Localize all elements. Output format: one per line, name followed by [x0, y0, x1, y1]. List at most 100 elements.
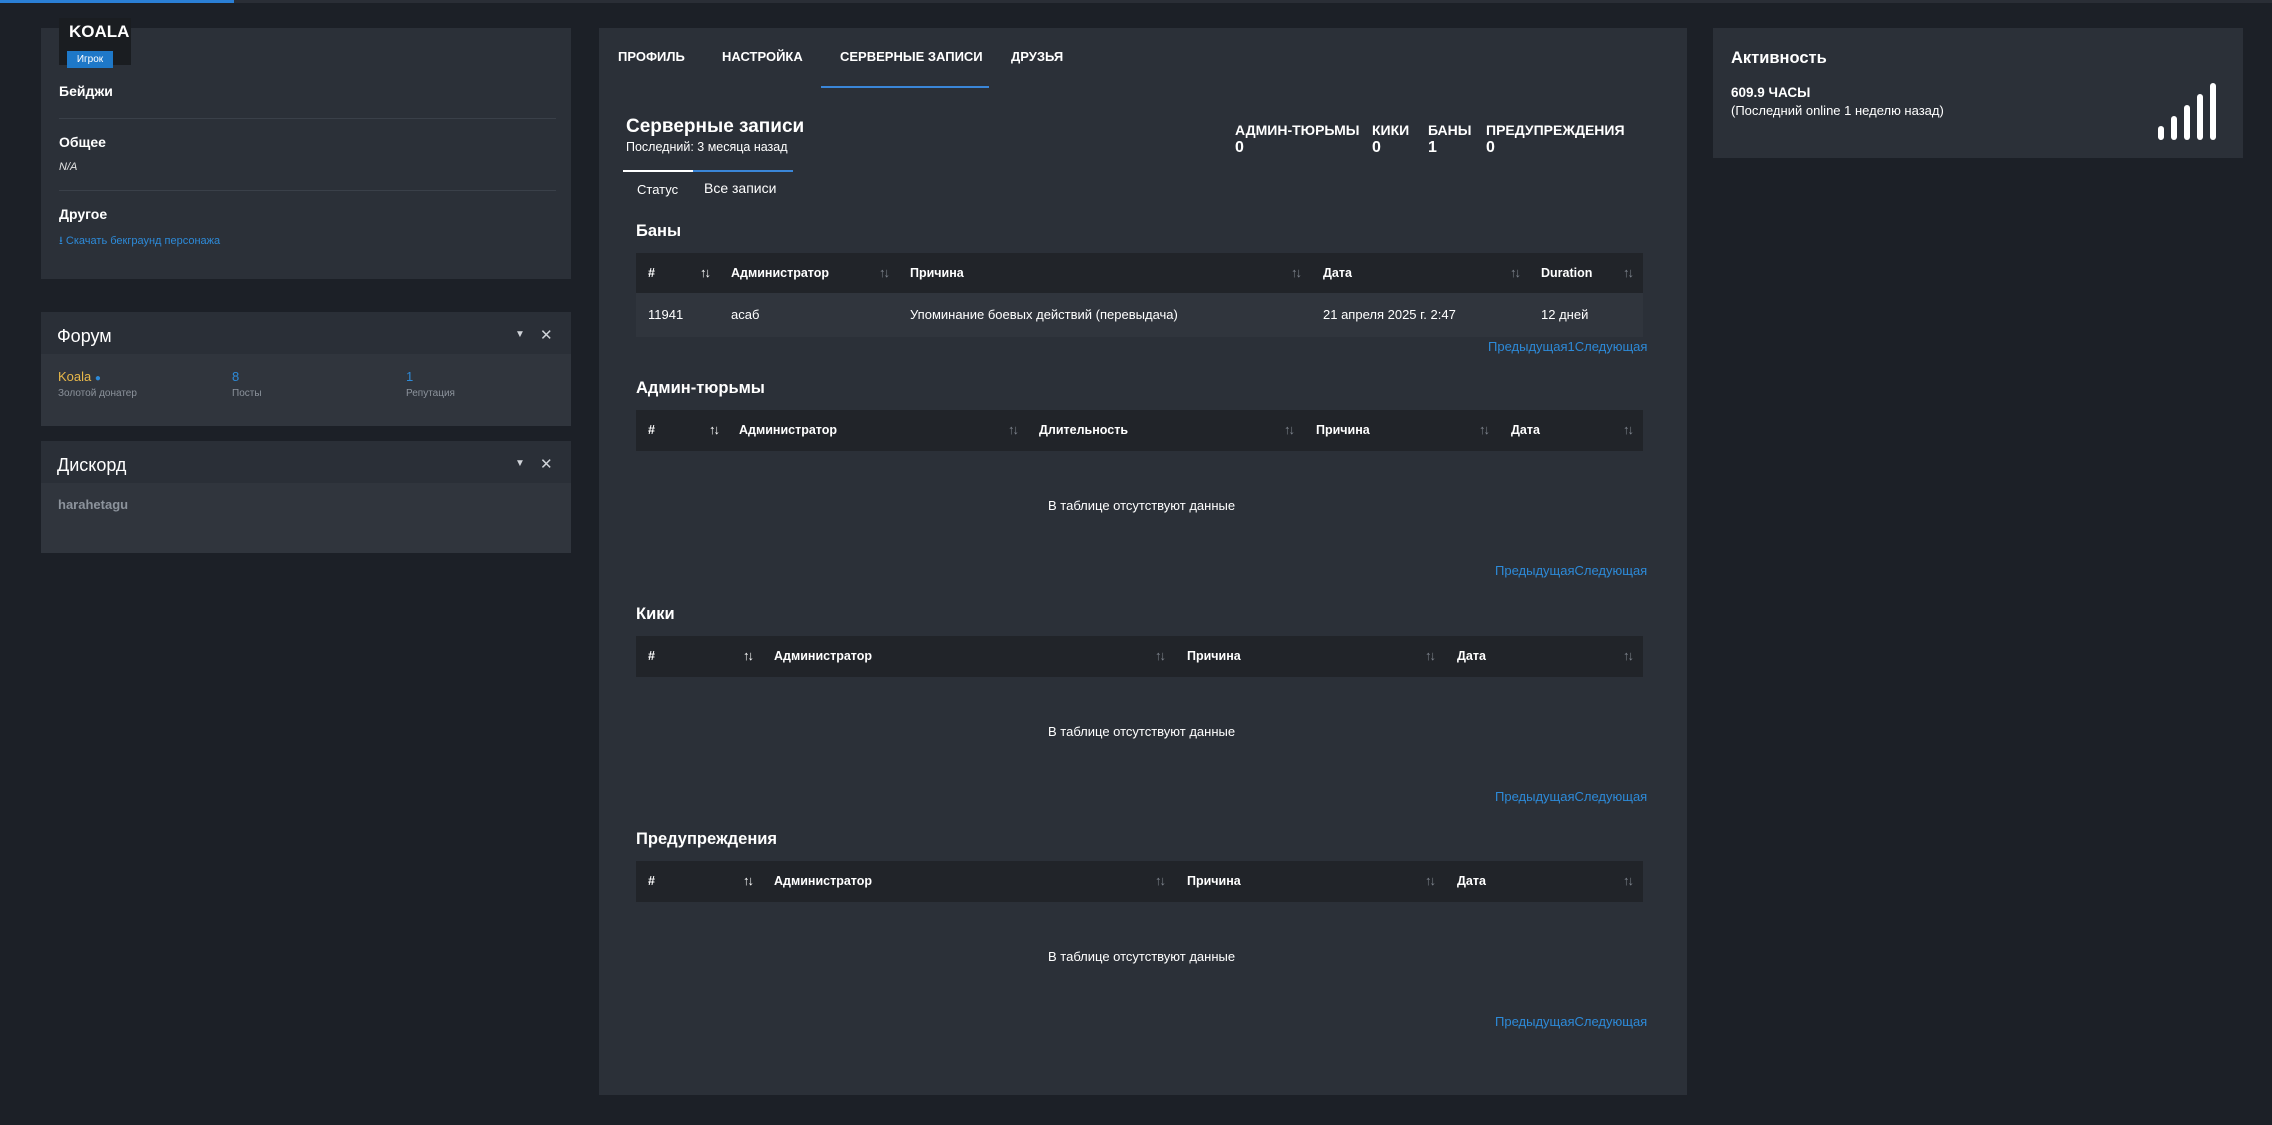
download-link-label: Скачать бекграунд персонажа — [65, 235, 221, 247]
col-header-date[interactable]: Дата — [1511, 423, 1540, 437]
page-1-button[interactable]: 1 — [1568, 339, 1575, 354]
jails-pagination: ПредыдущаяСледующая — [1495, 563, 1647, 578]
cell-date: 21 апреля 2025 г. 2:47 — [1323, 307, 1456, 322]
page-subtitle: Последний: 3 месяца назад — [626, 140, 788, 154]
divider — [59, 190, 556, 191]
stat-jails-value: 0 — [1235, 139, 1244, 156]
forum-title: Форум — [57, 326, 112, 346]
sort-icon[interactable]: ↑↓ — [879, 265, 890, 280]
close-icon[interactable]: ✕ — [540, 455, 553, 473]
stat-bans-value: 1 — [1428, 139, 1437, 156]
sort-icon[interactable]: ↑↓ — [1425, 873, 1436, 888]
sort-icon[interactable]: ↑↓ — [743, 648, 754, 663]
general-label: Общее — [59, 134, 106, 150]
subtab-status[interactable]: Статус — [637, 182, 678, 197]
discord-title: Дискорд — [57, 455, 127, 475]
warnings-pagination: ПредыдущаяСледующая — [1495, 1014, 1647, 1029]
sort-icon[interactable]: ↑↓ — [743, 873, 754, 888]
jails-section-title: Админ-тюрьмы — [636, 379, 765, 397]
kicks-pagination: ПредыдущаяСледующая — [1495, 789, 1647, 804]
cell-id: 11941 — [648, 307, 684, 322]
sort-icon[interactable]: ↑↓ — [700, 265, 711, 280]
sort-icon[interactable]: ↑↓ — [1155, 873, 1166, 888]
col-header-duration[interactable]: Duration — [1541, 266, 1592, 280]
kicks-section-title: Кики — [636, 605, 675, 623]
col-header-reason[interactable]: Причина — [1316, 423, 1370, 437]
sort-icon[interactable]: ↑↓ — [1284, 422, 1295, 437]
signal-bars-icon — [2158, 83, 2216, 140]
col-header-id[interactable]: # — [648, 266, 655, 280]
col-header-id[interactable]: # — [648, 649, 655, 663]
col-header-length[interactable]: Длительность — [1039, 423, 1128, 437]
page-title: Серверные записи — [626, 116, 805, 137]
forum-rep-label: Репутация — [406, 388, 455, 399]
bans-pagination: Предыдущая1Следующая — [1488, 339, 1647, 354]
sort-icon[interactable]: ↑↓ — [1623, 265, 1634, 280]
next-page-button[interactable]: Следующая — [1575, 789, 1648, 804]
next-page-button[interactable]: Следующая — [1575, 339, 1648, 354]
sort-icon[interactable]: ↑↓ — [1155, 648, 1166, 663]
col-header-id[interactable]: # — [648, 874, 655, 888]
player-name: KOALA — [69, 22, 130, 41]
subtab-all-records[interactable]: Все записи — [704, 180, 776, 196]
warnings-section-title: Предупреждения — [636, 830, 778, 848]
activity-hours: 609.9 ЧАСЫ — [1731, 85, 1811, 100]
col-header-id[interactable]: # — [648, 423, 655, 437]
prev-page-button[interactable]: Предыдущая — [1495, 563, 1575, 578]
tab-friends[interactable]: ДРУЗЬЯ — [1011, 49, 1063, 64]
bans-section-title: Баны — [636, 222, 682, 240]
stat-warnings-label: ПРЕДУПРЕЖДЕНИЯ — [1486, 122, 1625, 138]
sort-icon[interactable]: ↑↓ — [1479, 422, 1490, 437]
prev-page-button[interactable]: Предыдущая — [1495, 1014, 1575, 1029]
stat-warnings-value: 0 — [1486, 139, 1495, 156]
forum-widget-header — [41, 312, 571, 354]
empty-table-message: В таблице отсутствуют данные — [1048, 949, 1236, 964]
download-icon: ⭳ — [59, 235, 63, 247]
empty-table-message: В таблице отсутствуют данные — [1048, 724, 1236, 739]
col-header-date[interactable]: Дата — [1457, 874, 1486, 888]
verified-icon: ● — [94, 373, 101, 384]
forum-username-label: Koala — [58, 369, 92, 384]
collapse-caret-icon[interactable]: ▼ — [515, 329, 525, 340]
stat-jails-label: АДМИН-ТЮРЬМЫ — [1235, 122, 1360, 138]
next-page-button[interactable]: Следующая — [1575, 1014, 1648, 1029]
tab-profile[interactable]: ПРОФИЛЬ — [618, 49, 685, 64]
sort-icon[interactable]: ↑↓ — [1291, 265, 1302, 280]
collapse-caret-icon[interactable]: ▼ — [515, 458, 525, 469]
download-background-link[interactable]: ⭳ Скачать бекграунд персонажа — [59, 232, 220, 251]
col-header-admin[interactable]: Администратор — [739, 423, 837, 437]
col-header-admin[interactable]: Администратор — [774, 874, 872, 888]
sort-icon[interactable]: ↑↓ — [709, 422, 720, 437]
col-header-admin[interactable]: Администратор — [731, 266, 829, 280]
sort-icon[interactable]: ↑↓ — [1510, 265, 1521, 280]
col-header-reason[interactable]: Причина — [910, 266, 964, 280]
empty-table-message: В таблице отсутствуют данные — [1048, 498, 1236, 513]
col-header-reason[interactable]: Причина — [1187, 874, 1241, 888]
tab-settings[interactable]: НАСТРОЙКА — [722, 49, 803, 64]
cell-reason: Упоминание боевых действий (перевыдача) — [910, 307, 1178, 322]
loading-progress — [0, 0, 234, 3]
next-page-button[interactable]: Следующая — [1575, 563, 1648, 578]
col-header-date[interactable]: Дата — [1323, 266, 1352, 280]
sort-icon[interactable]: ↑↓ — [1623, 648, 1634, 663]
col-header-reason[interactable]: Причина — [1187, 649, 1241, 663]
col-header-admin[interactable]: Администратор — [774, 649, 872, 663]
role-badge: Игрок — [67, 51, 113, 68]
forum-rank: Золотой донатер — [58, 388, 137, 399]
stat-bans-label: БАНЫ — [1428, 122, 1472, 138]
prev-page-button[interactable]: Предыдущая — [1488, 339, 1568, 354]
close-icon[interactable]: ✕ — [540, 326, 553, 344]
sort-icon[interactable]: ↑↓ — [1425, 648, 1436, 663]
col-header-date[interactable]: Дата — [1457, 649, 1486, 663]
sort-icon[interactable]: ↑↓ — [1623, 873, 1634, 888]
forum-username[interactable]: Koala ● — [58, 369, 101, 384]
forum-posts-count[interactable]: 8 — [232, 369, 239, 384]
forum-rep-count[interactable]: 1 — [406, 369, 413, 384]
discord-widget-body — [41, 483, 571, 553]
sort-icon[interactable]: ↑↓ — [1623, 422, 1634, 437]
prev-page-button[interactable]: Предыдущая — [1495, 789, 1575, 804]
general-value: N/A — [59, 161, 78, 173]
active-tab-indicator — [821, 86, 989, 88]
sort-icon[interactable]: ↑↓ — [1008, 422, 1019, 437]
tab-server-records[interactable]: СЕРВЕРНЫЕ ЗАПИСИ — [840, 49, 983, 64]
